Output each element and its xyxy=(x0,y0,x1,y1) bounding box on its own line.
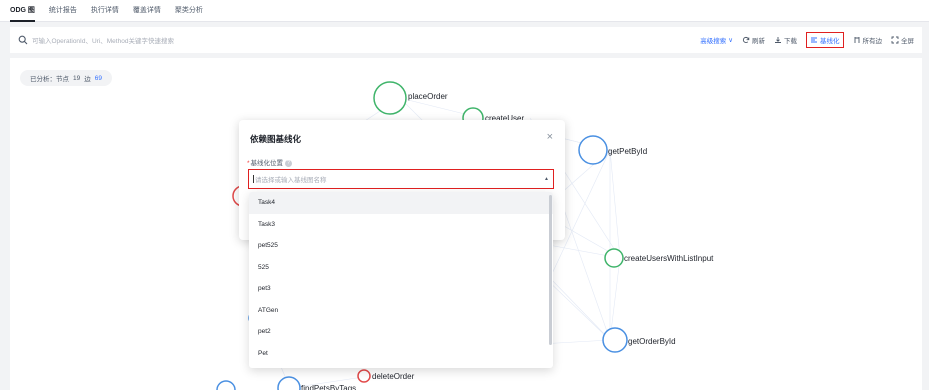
stats-prefix: 已分析：节点 xyxy=(30,76,69,83)
tab-coverage-detail[interactable]: 覆盖详情 xyxy=(133,0,161,22)
search-icon xyxy=(18,35,28,45)
required-mark: * xyxy=(247,160,250,167)
graph-node-get-order-by-id[interactable]: getOrderById xyxy=(602,327,676,353)
graph-node-create-users-with-list-input[interactable]: createUsersWithListInput xyxy=(604,248,714,268)
graph-node-find-pets-by-tags[interactable]: findPetsByTags xyxy=(277,376,356,390)
chevron-down-icon: ∨ xyxy=(728,37,733,44)
dropdown-option[interactable]: pet3 xyxy=(249,278,553,300)
tab-execution-detail[interactable]: 执行详情 xyxy=(91,0,119,22)
all-edges-button[interactable]: 所有边 xyxy=(853,35,883,45)
baseline-button[interactable]: 基线化 xyxy=(806,32,844,48)
text-cursor xyxy=(253,175,254,183)
advanced-search-label: 高级搜索 xyxy=(700,38,727,45)
edge-count: 69 xyxy=(94,74,102,82)
analysis-stats-pill: 已分析：节点 19 边 69 xyxy=(20,70,112,86)
search-input[interactable]: 可输入OperationId、Uri、Method关键字快速搜索 xyxy=(32,35,174,45)
fullscreen-label: 全屏 xyxy=(901,38,914,45)
stats-edge-label: 边 xyxy=(84,76,91,83)
dropdown-option[interactable]: Task3 xyxy=(249,214,553,236)
close-icon[interactable]: × xyxy=(547,132,553,143)
refresh-label: 刷新 xyxy=(752,38,765,45)
refresh-icon xyxy=(742,36,750,43)
node-label: getPetById xyxy=(608,147,647,156)
graph-toolbar: 可输入OperationId、Uri、Method关键字快速搜索 高级搜索 ∨ … xyxy=(10,27,922,53)
refresh-button[interactable]: 刷新 xyxy=(742,35,765,45)
chevron-up-icon[interactable]: ▲ xyxy=(544,176,549,182)
node-count: 19 xyxy=(73,74,81,82)
dropdown-option[interactable]: 525 xyxy=(249,257,553,279)
advanced-search-button[interactable]: 高级搜索 ∨ xyxy=(700,35,733,45)
download-icon xyxy=(775,37,781,43)
baseline-location-text: 基线化位置 xyxy=(250,160,284,167)
fullscreen-button[interactable]: 全屏 xyxy=(891,35,914,45)
all-edges-icon xyxy=(854,37,859,43)
dropdown-option[interactable]: Task4 xyxy=(249,192,553,214)
baseline-location-label: *基线化位置? xyxy=(247,157,293,167)
fullscreen-icon xyxy=(891,36,899,44)
all-edges-label: 所有边 xyxy=(862,38,883,45)
node-label: deleteOrder xyxy=(372,372,415,381)
toolbar-actions: 高级搜索 ∨ 刷新 下载 基线化 所有边 全屏 xyxy=(700,32,914,48)
graph-node-delete-order[interactable]: deleteOrder xyxy=(357,369,415,383)
baseline-icon xyxy=(811,37,817,43)
dropdown-option[interactable]: pet2 xyxy=(249,321,553,343)
dropdown-option[interactable]: ATGen xyxy=(249,300,553,322)
tab-stats-report[interactable]: 统计报告 xyxy=(49,0,77,22)
graph-node-get-pet-by-id[interactable]: getPetById xyxy=(578,135,647,165)
top-tab-bar: ODG 图 统计报告 执行详情 覆盖详情 聚类分析 xyxy=(0,0,929,22)
select-placeholder: 请选择或输入基线图名称 xyxy=(255,177,327,184)
baseline-location-select[interactable]: 请选择或输入基线图名称 ▲ xyxy=(248,169,554,189)
baseline-options-dropdown[interactable]: Task4 Task3 pet525 525 pet3 ATGen pet2 P… xyxy=(249,192,553,368)
download-label: 下载 xyxy=(784,38,797,45)
node-label: findPetsByTags xyxy=(301,384,356,390)
download-button[interactable]: 下载 xyxy=(774,35,797,45)
node-label: createUsersWithListInput xyxy=(624,254,714,263)
node-label: getOrderById xyxy=(628,337,676,346)
baseline-label: 基线化 xyxy=(820,38,840,45)
dropdown-option[interactable]: pet525 xyxy=(249,235,553,257)
graph-node-unlabeled[interactable] xyxy=(216,380,236,390)
dropdown-option[interactable]: Pet xyxy=(249,343,553,365)
help-icon[interactable]: ? xyxy=(285,159,293,167)
tab-cluster-analysis[interactable]: 聚类分析 xyxy=(175,0,203,22)
dropdown-scrollbar[interactable] xyxy=(549,195,552,345)
node-label: placeOrder xyxy=(408,92,448,101)
tab-odg[interactable]: ODG 图 xyxy=(10,0,35,22)
modal-title: 依赖图基线化 xyxy=(250,134,302,144)
